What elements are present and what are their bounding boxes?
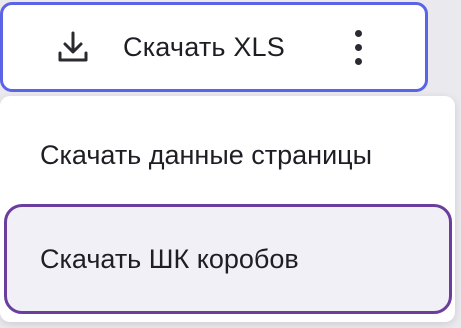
more-vertical-icon-dot	[354, 57, 362, 65]
download-xls-button[interactable]: Скачать XLS	[3, 5, 285, 89]
menu-item-download-page-data[interactable]: Скачать данные страницы	[0, 106, 455, 204]
more-options-button[interactable]	[341, 19, 375, 75]
more-vertical-icon	[354, 29, 362, 37]
menu-item-download-box-barcodes[interactable]: Скачать ШК коробов	[4, 204, 452, 314]
more-vertical-icon-dot	[354, 43, 362, 51]
menu-item-label: Скачать ШК коробов	[40, 243, 299, 274]
download-split-button: Скачать XLS	[0, 2, 428, 92]
download-widget: Скачать XLS Скачать данные страницы Скач…	[0, 0, 461, 328]
download-dropdown-menu: Скачать данные страницы Скачать ШК короб…	[0, 96, 455, 322]
download-xls-label: Скачать XLS	[123, 31, 285, 62]
download-icon	[53, 27, 93, 67]
menu-item-label: Скачать данные страницы	[40, 139, 373, 170]
